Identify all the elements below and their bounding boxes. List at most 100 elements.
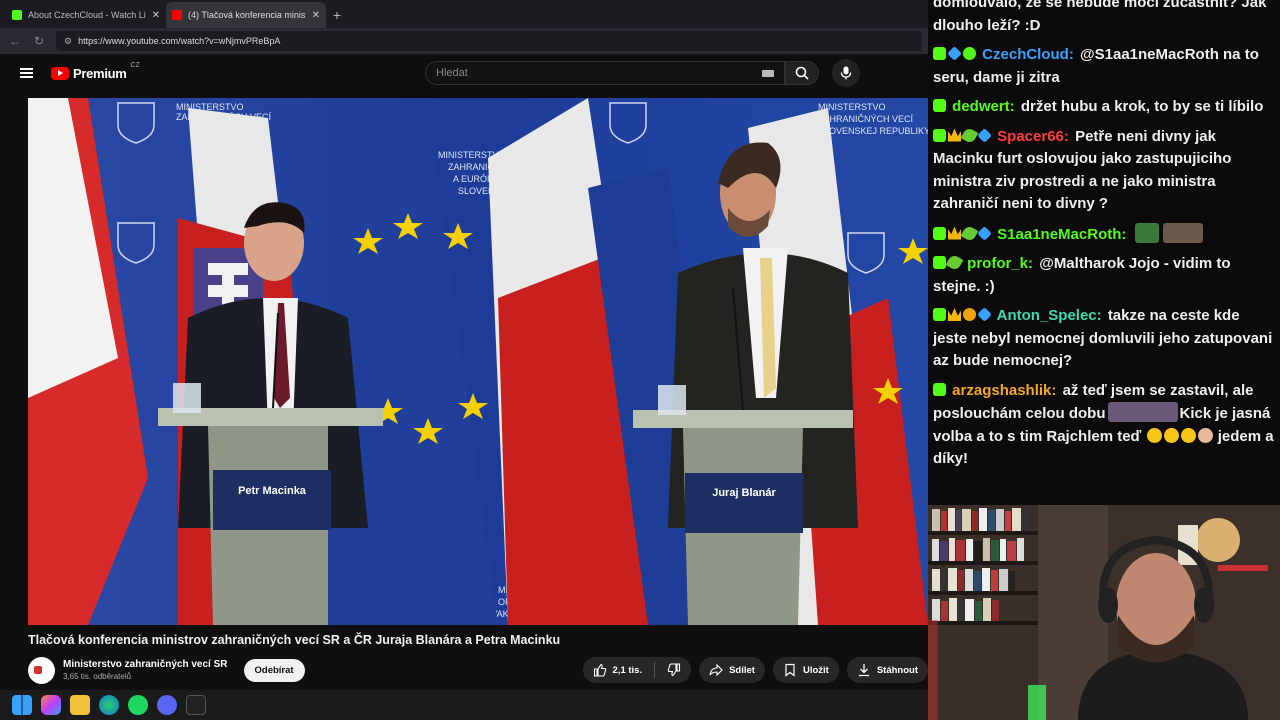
- share-button[interactable]: Sdílet: [699, 657, 765, 683]
- channel-info: Ministerstvo zahraničných vecí SR 3,65 t…: [63, 659, 228, 681]
- video-title: Tlačová konferencia ministrov zahraničný…: [28, 633, 561, 647]
- windows-icon[interactable]: [12, 695, 32, 715]
- channel-avatar[interactable]: [28, 656, 55, 684]
- chat-username[interactable]: profor_k:: [967, 255, 1033, 272]
- save-label: Uložit: [802, 664, 829, 676]
- laughing-emoji-icon: [1146, 427, 1162, 443]
- search-input[interactable]: Hledat: [425, 61, 785, 85]
- gem-badge-icon: [945, 253, 964, 272]
- share-label: Sdílet: [729, 664, 755, 676]
- kick-badge-icon: [933, 382, 946, 396]
- cube-badge-icon: [977, 307, 992, 322]
- pepe-emote-icon: [1134, 222, 1159, 243]
- edge-icon[interactable]: [99, 695, 119, 715]
- video-frame: MINISTERSTVO ZAHRANIČNÝCH VECÍ MINISTERS…: [28, 98, 928, 625]
- banner-text: ZAHRANIČNÝCH VECÍ: [818, 114, 914, 124]
- chat-username[interactable]: Spacer66:: [997, 128, 1069, 145]
- webcam-image: [928, 505, 1280, 720]
- chat-username[interactable]: CzechCloud:: [982, 46, 1074, 63]
- tab-title: About CzechCloud - Watch Live o: [28, 10, 146, 20]
- chat-username[interactable]: S1aa1neMacRoth:: [997, 226, 1126, 243]
- logo-text: Premium: [73, 65, 127, 81]
- image-emote-icon: [1107, 402, 1178, 422]
- banner-text: SLOVENSKEJ REPUBLIKY: [818, 126, 928, 136]
- laughing-emoji-icon: [1180, 427, 1196, 443]
- keyboard-icon[interactable]: [762, 70, 774, 77]
- close-icon[interactable]: ✕: [312, 10, 320, 21]
- video-player[interactable]: MINISTERSTVO ZAHRANIČNÝCH VECÍ MINISTERS…: [28, 98, 928, 625]
- gem-badge-icon: [960, 126, 979, 144]
- reload-icon[interactable]: ↻: [32, 34, 46, 48]
- subscriber-count: 3,65 tis. odběratelů: [63, 672, 132, 681]
- crown-badge-icon: [948, 308, 961, 321]
- chat-panel: domlouvalo, že se nebude moci zúčastnit?…: [928, 0, 1280, 505]
- tab-bar: About CzechCloud - Watch Live o ✕ (4) Tl…: [0, 0, 928, 28]
- url-text: https://www.youtube.com/watch?v=wNjmvPRe…: [78, 36, 281, 46]
- chat-message: profor_k: @Maltharok Jojo - vidim to ste…: [933, 253, 1275, 298]
- kick-badge-icon: [933, 128, 946, 142]
- nameplate-right: Juraj Blanár: [712, 487, 776, 499]
- menu-icon[interactable]: [20, 68, 33, 78]
- like-count: 2,1 tis.: [612, 664, 643, 676]
- tab-title: (4) Tlačová konferencia minist: [188, 10, 306, 20]
- crown-badge-icon: [948, 226, 961, 240]
- chat-message: domlouvalo, že se nebude moci zúčastnit?…: [933, 0, 1275, 37]
- save-button[interactable]: Uložit: [772, 657, 839, 683]
- region-label: CZ: [130, 61, 140, 69]
- thumbs-up-icon: [593, 663, 606, 677]
- search-button[interactable]: [785, 61, 819, 85]
- discord-icon[interactable]: [157, 695, 177, 715]
- tab-youtube[interactable]: (4) Tlačová konferencia minist ✕: [166, 2, 326, 28]
- chat-message: arzagshashlik: až teď jsem se zastavil, …: [933, 380, 1275, 471]
- chat-username[interactable]: arzagshashlik:: [952, 382, 1056, 399]
- youtube-icon: [172, 10, 182, 20]
- like-button[interactable]: 2,1 tis.: [582, 657, 692, 683]
- kick-badge-icon: [933, 256, 946, 269]
- chat-username[interactable]: dedwert:: [952, 98, 1015, 115]
- file-explorer-icon[interactable]: [70, 695, 90, 715]
- new-tab-button[interactable]: +: [326, 2, 348, 28]
- cube-badge-icon: [977, 225, 992, 241]
- address-bar[interactable]: ⚙ https://www.youtube.com/watch?v=wNjmvP…: [56, 31, 922, 51]
- tab-kick[interactable]: About CzechCloud - Watch Live o ✕: [6, 2, 166, 28]
- chat-message: CzechCloud: @S1aa1neMacRoth na to seru, …: [933, 44, 1275, 89]
- chat-username[interactable]: Anton_Spelec:: [997, 307, 1102, 324]
- cube-badge-icon: [977, 127, 992, 143]
- laughing-emoji-icon: [1163, 427, 1179, 443]
- bookmark-icon: [785, 663, 795, 677]
- spotify-icon[interactable]: [128, 695, 148, 715]
- youtube-header: Premium CZ Hledat: [0, 54, 928, 92]
- banner-text: MINISTERSTVO: [176, 102, 244, 112]
- kick-badge-icon: [933, 99, 946, 112]
- chat-message: Spacer66: Petře neni divny jak Macinku f…: [933, 126, 1275, 216]
- back-icon[interactable]: ←: [8, 34, 22, 48]
- message-text: domlouvalo, že se nebude moci zúčastnit?…: [933, 0, 1267, 34]
- cube-badge-icon: [947, 46, 962, 61]
- action-bar: 2,1 tis. Sdílet Uložit Stáhnout: [582, 656, 928, 684]
- pinching-hand-emoji-icon: [1197, 427, 1213, 443]
- image-emote-icon: [1162, 222, 1203, 243]
- search-icon: [795, 66, 809, 80]
- share-icon: [709, 663, 723, 677]
- message-text: Petře neni divny jak Macinku furt oslovu…: [933, 127, 1232, 213]
- microphone-icon: [840, 66, 852, 80]
- voice-search-button[interactable]: [832, 59, 860, 87]
- nav-bar: ← ↻ ⚙ https://www.youtube.com/watch?v=wN…: [0, 28, 928, 54]
- youtube-logo[interactable]: Premium CZ: [51, 62, 140, 81]
- download-button[interactable]: Stáhnout: [846, 657, 928, 683]
- epic-games-icon[interactable]: [186, 695, 206, 715]
- close-icon[interactable]: ✕: [152, 10, 160, 21]
- channel-row: Ministerstvo zahraničných vecí SR 3,65 t…: [28, 656, 928, 684]
- copilot-icon[interactable]: [41, 695, 61, 715]
- webcam-overlay: [928, 505, 1280, 720]
- channel-name[interactable]: Ministerstvo zahraničných vecí SR: [63, 659, 228, 670]
- youtube-play-icon: [51, 66, 69, 80]
- site-info-icon[interactable]: ⚙: [64, 36, 72, 47]
- thumbs-down-icon[interactable]: [667, 663, 681, 677]
- subscribe-button[interactable]: Odebírat: [243, 658, 305, 682]
- kick-badge-icon: [933, 308, 946, 321]
- message-text: držet hubu a krok, to by se ti líbilo: [1020, 98, 1264, 115]
- chat-message: Anton_Spelec: takze na ceste kde jeste n…: [933, 305, 1275, 373]
- nameplate-left: Petr Macinka: [238, 485, 307, 497]
- kick-badge-icon: [933, 226, 946, 240]
